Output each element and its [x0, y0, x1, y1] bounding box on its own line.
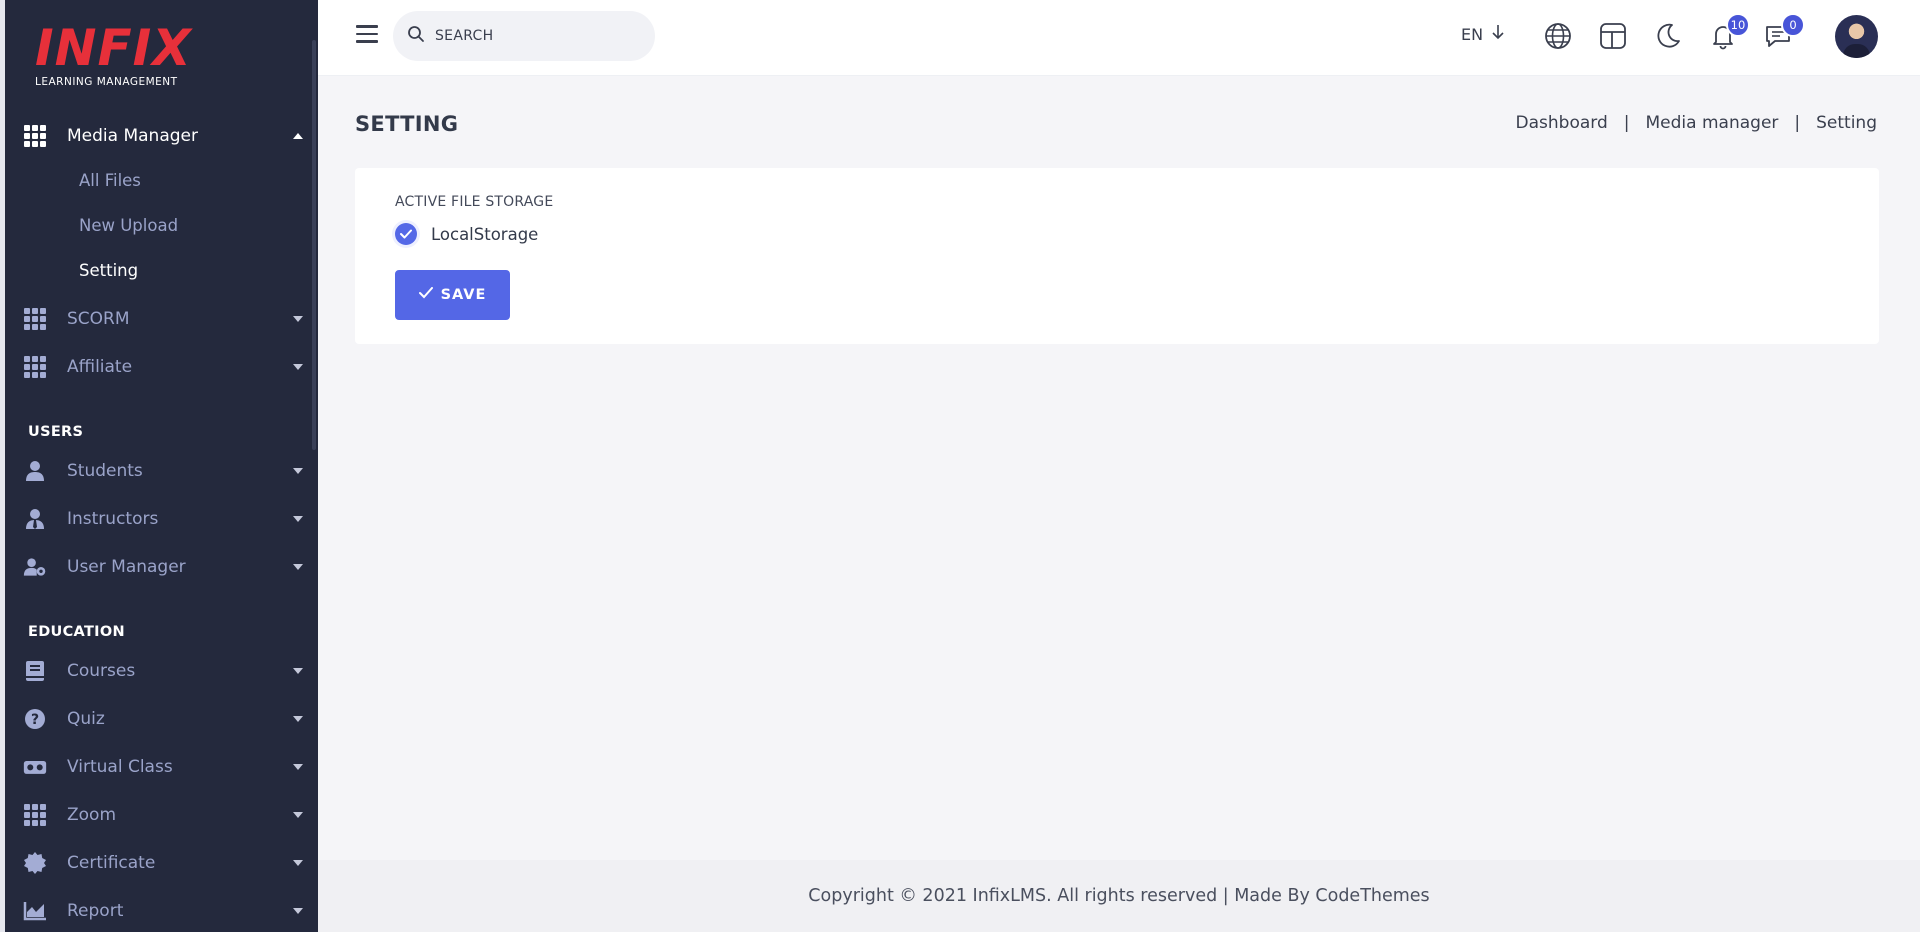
sidebar-item-virtual-class[interactable]: Virtual Class: [23, 747, 303, 787]
logo-word: INFIX: [35, 19, 192, 77]
breadcrumb-setting: Setting: [1816, 113, 1877, 133]
caret-down-icon: [293, 316, 303, 322]
layout-icon[interactable]: [1596, 19, 1630, 53]
sidebar-subitem-setting[interactable]: Setting: [79, 261, 138, 280]
language-code: EN: [1461, 24, 1484, 44]
breadcrumb-separator: |: [1794, 113, 1801, 133]
menu-toggle-icon[interactable]: [356, 25, 378, 43]
breadcrumb-media-manager[interactable]: Media manager: [1646, 113, 1779, 133]
sidebar: INFIX LEARNING MANAGEMENT Media Manager …: [0, 0, 318, 932]
sidebar-item-affiliate[interactable]: Affiliate: [23, 347, 303, 387]
messages-chat-icon[interactable]: 0: [1761, 13, 1805, 53]
sidebar-item-label: Students: [67, 461, 143, 481]
check-icon: [418, 287, 433, 303]
sidebar-subitem-new-upload[interactable]: New Upload: [79, 216, 178, 235]
search-box: [393, 11, 655, 61]
grid-icon: [23, 355, 47, 379]
sidebar-item-label: Affiliate: [67, 357, 133, 377]
language-selector[interactable]: EN: [1461, 24, 1505, 44]
arrow-down-icon: [1491, 24, 1505, 44]
footer: Copyright © 2021 InfixLMS. All rights re…: [318, 860, 1920, 932]
dark-mode-moon-icon[interactable]: [1651, 19, 1685, 53]
grid-icon: [23, 307, 47, 331]
caret-down-icon: [293, 516, 303, 522]
breadcrumb-dashboard[interactable]: Dashboard: [1516, 113, 1608, 133]
sidebar-scrollbar[interactable]: [312, 40, 316, 450]
globe-icon[interactable]: [1541, 19, 1575, 53]
search-icon: [407, 25, 425, 47]
sidebar-item-label: Quiz: [67, 709, 105, 729]
save-button[interactable]: SAVE: [395, 270, 510, 320]
caret-down-icon: [293, 812, 303, 818]
messages-badge: 0: [1781, 13, 1805, 37]
caret-down-icon: [293, 668, 303, 674]
sidebar-item-label: Instructors: [67, 509, 159, 529]
vr-icon: [23, 755, 47, 779]
search-input[interactable]: [435, 28, 635, 44]
sidebar-item-report[interactable]: Report: [23, 891, 303, 931]
caret-down-icon: [293, 716, 303, 722]
sidebar-item-label: Zoom: [67, 805, 117, 825]
active-file-storage-label: ACTIVE FILE STORAGE: [395, 194, 554, 210]
sidebar-item-label: Virtual Class: [67, 757, 173, 777]
main-content: SETTING Dashboard | Media manager | Sett…: [318, 76, 1920, 860]
logo-subtitle: LEARNING MANAGEMENT: [35, 76, 178, 88]
caret-down-icon: [293, 468, 303, 474]
avatar[interactable]: [1835, 15, 1878, 58]
section-title-users: USERS: [28, 424, 84, 440]
section-title-education: EDUCATION: [28, 624, 125, 640]
chart-icon: [23, 899, 47, 923]
question-icon: ?: [23, 707, 47, 731]
sidebar-item-user-manager[interactable]: User Manager: [23, 547, 303, 587]
sidebar-item-label: Courses: [67, 661, 136, 681]
sidebar-item-label: Media Manager: [67, 126, 198, 146]
sidebar-item-courses[interactable]: Courses: [23, 651, 303, 691]
sidebar-item-certificate[interactable]: Certificate: [23, 843, 303, 883]
breadcrumb: Dashboard | Media manager | Setting: [1516, 113, 1877, 133]
caret-up-icon: [293, 133, 303, 139]
sidebar-item-label: SCORM: [67, 309, 130, 329]
book-icon: [23, 659, 47, 683]
page-title: SETTING: [355, 112, 459, 136]
svg-text:?: ?: [31, 712, 39, 728]
sidebar-item-label: Certificate: [67, 853, 156, 873]
caret-down-icon: [293, 860, 303, 866]
sidebar-item-media-manager[interactable]: Media Manager: [23, 116, 303, 156]
local-storage-option[interactable]: LocalStorage: [395, 223, 538, 245]
storage-settings-card: ACTIVE FILE STORAGE LocalStorage SAVE: [355, 168, 1879, 344]
notifications-bell-icon[interactable]: 10: [1706, 13, 1750, 53]
radio-checked-icon[interactable]: [395, 223, 417, 245]
breadcrumb-separator: |: [1623, 113, 1630, 133]
sidebar-item-label: User Manager: [67, 557, 186, 577]
top-header: EN 10 0: [318, 0, 1920, 76]
sidebar-item-students[interactable]: Students: [23, 451, 303, 491]
grid-icon: [23, 124, 47, 148]
sidebar-item-label: Report: [67, 901, 124, 921]
notifications-badge: 10: [1726, 13, 1750, 37]
caret-down-icon: [293, 764, 303, 770]
caret-down-icon: [293, 908, 303, 914]
logo[interactable]: INFIX LEARNING MANAGEMENT: [35, 22, 192, 88]
sidebar-item-zoom[interactable]: Zoom: [23, 795, 303, 835]
caret-down-icon: [293, 564, 303, 570]
instructor-icon: [23, 507, 47, 531]
sidebar-item-instructors[interactable]: Instructors: [23, 499, 303, 539]
copyright-text: Copyright © 2021 InfixLMS. All rights re…: [808, 886, 1430, 906]
save-button-label: SAVE: [440, 287, 487, 303]
sidebar-item-scorm[interactable]: SCORM: [23, 299, 303, 339]
user-cog-icon: [23, 555, 47, 579]
local-storage-label: LocalStorage: [431, 224, 539, 244]
caret-down-icon: [293, 364, 303, 370]
sidebar-subitem-all-files[interactable]: All Files: [79, 171, 141, 190]
certificate-icon: [23, 851, 47, 875]
grid-icon: [23, 803, 47, 827]
sidebar-item-quiz[interactable]: ? Quiz: [23, 699, 303, 739]
user-icon: [23, 459, 47, 483]
